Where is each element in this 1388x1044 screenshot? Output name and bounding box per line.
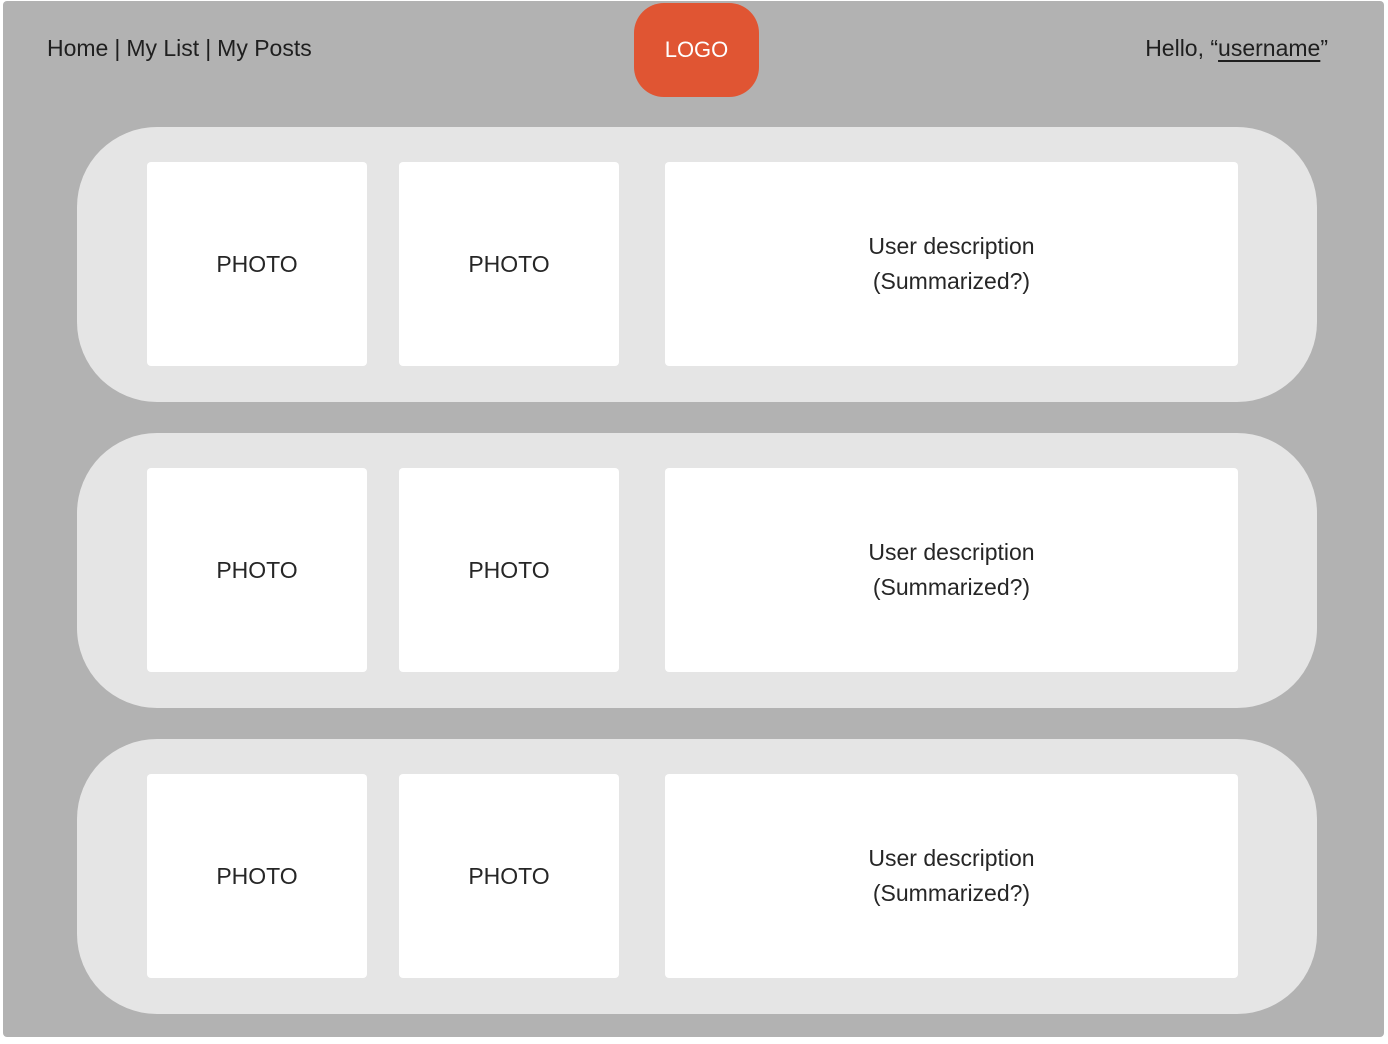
description-text: User description xyxy=(868,539,1035,565)
description-note: (Summarized?) xyxy=(872,880,1031,906)
top-nav: Home | My List | My Posts xyxy=(47,35,312,62)
post-photo[interactable]: PHOTO xyxy=(399,162,619,366)
logo-button[interactable]: LOGO xyxy=(634,3,759,97)
post-description[interactable]: User description (Summarized?) xyxy=(665,774,1238,978)
nav-separator: | xyxy=(114,35,121,61)
user-greeting: Hello, “username” xyxy=(1145,35,1328,62)
description-text: User description xyxy=(868,233,1035,259)
post-card[interactable]: PHOTO PHOTO User description (Summarized… xyxy=(77,127,1317,402)
username-link[interactable]: username xyxy=(1218,35,1320,61)
description-text: User description xyxy=(868,845,1035,871)
post-card[interactable]: PHOTO PHOTO User description (Summarized… xyxy=(77,433,1317,708)
nav-separator: | xyxy=(205,35,212,61)
post-photo[interactable]: PHOTO xyxy=(147,162,367,366)
post-photo[interactable]: PHOTO xyxy=(147,774,367,978)
post-photo[interactable]: PHOTO xyxy=(399,468,619,672)
post-description[interactable]: User description (Summarized?) xyxy=(665,162,1238,366)
nav-my-posts-link[interactable]: My Posts xyxy=(217,35,312,62)
post-photo[interactable]: PHOTO xyxy=(147,468,367,672)
post-description[interactable]: User description (Summarized?) xyxy=(665,468,1238,672)
post-card[interactable]: PHOTO PHOTO User description (Summarized… xyxy=(77,739,1317,1014)
nav-my-list-link[interactable]: My List xyxy=(126,35,199,62)
description-note: (Summarized?) xyxy=(872,574,1031,600)
greeting-suffix: ” xyxy=(1320,35,1328,61)
description-note: (Summarized?) xyxy=(872,268,1031,294)
post-photo[interactable]: PHOTO xyxy=(399,774,619,978)
greeting-prefix: Hello, “ xyxy=(1145,35,1219,61)
app-frame: Home | My List | My Posts LOGO Hello, “u… xyxy=(3,1,1384,1037)
nav-home-link[interactable]: Home xyxy=(47,35,108,62)
